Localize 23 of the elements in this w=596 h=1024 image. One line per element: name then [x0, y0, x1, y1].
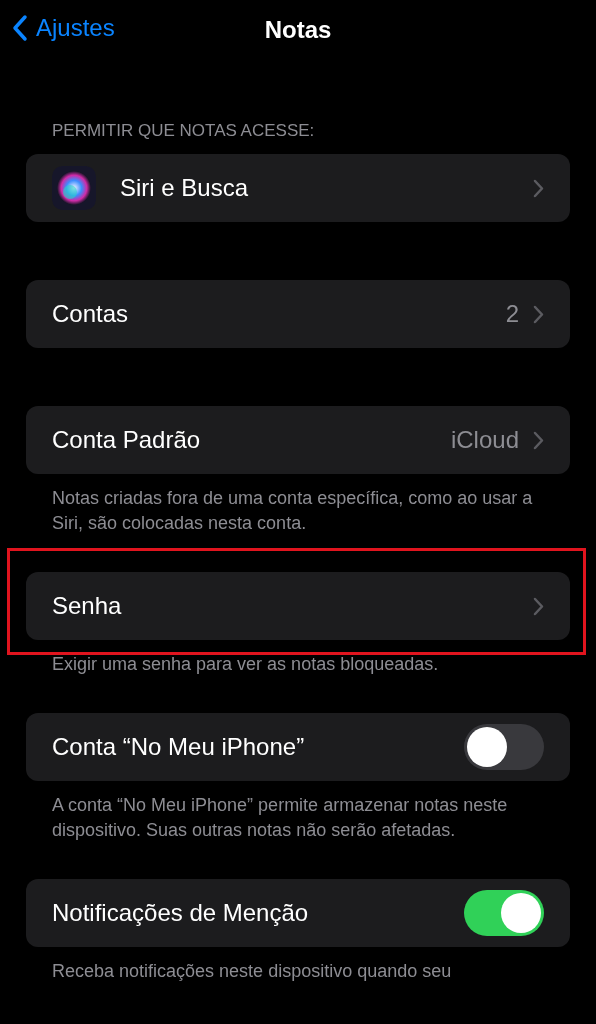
orb-icon — [52, 166, 96, 210]
section-header: PERMITIR QUE NOTAS ACESSE: — [52, 120, 315, 142]
chevron-right-icon — [533, 178, 544, 198]
chevron-right-icon — [533, 430, 544, 450]
settings-row[interactable]: Senha — [26, 572, 570, 640]
section-footnote: Receba notificações neste dispositivo quando seu — [52, 960, 453, 983]
section-footnote: Exigir uma senha para ver as notas bloqueadas. — [52, 653, 440, 676]
back-button[interactable]: Ajustes — [12, 14, 115, 42]
row-label: Conta “No Meu iPhone” — [52, 733, 305, 761]
chevron-left-icon — [12, 14, 28, 42]
settings-row[interactable]: Conta Padrão iCloud — [26, 406, 570, 474]
section-footnote: Notas criadas fora de uma conta específica, como ao usar a Siri, são colocadas nesta conta. — [52, 487, 534, 535]
chevron-right-icon — [533, 596, 544, 616]
chevron-right-icon — [533, 304, 544, 324]
row-label: Notificações de Menção — [52, 899, 309, 927]
row-value: 2 — [505, 300, 519, 328]
row-value: iCloud — [450, 426, 519, 454]
screen-title: Notas — [264, 16, 332, 44]
toggle-switch[interactable] — [464, 890, 544, 936]
settings-row[interactable]: Contas 2 — [26, 280, 570, 348]
toggle-switch[interactable] — [464, 724, 544, 770]
section-footnote: A conta “No Meu iPhone” permite armazenar notas neste dispositivo. Suas outras notas não serão afetadas. — [52, 794, 509, 842]
settings-row[interactable]: Siri e Busca — [26, 154, 570, 222]
